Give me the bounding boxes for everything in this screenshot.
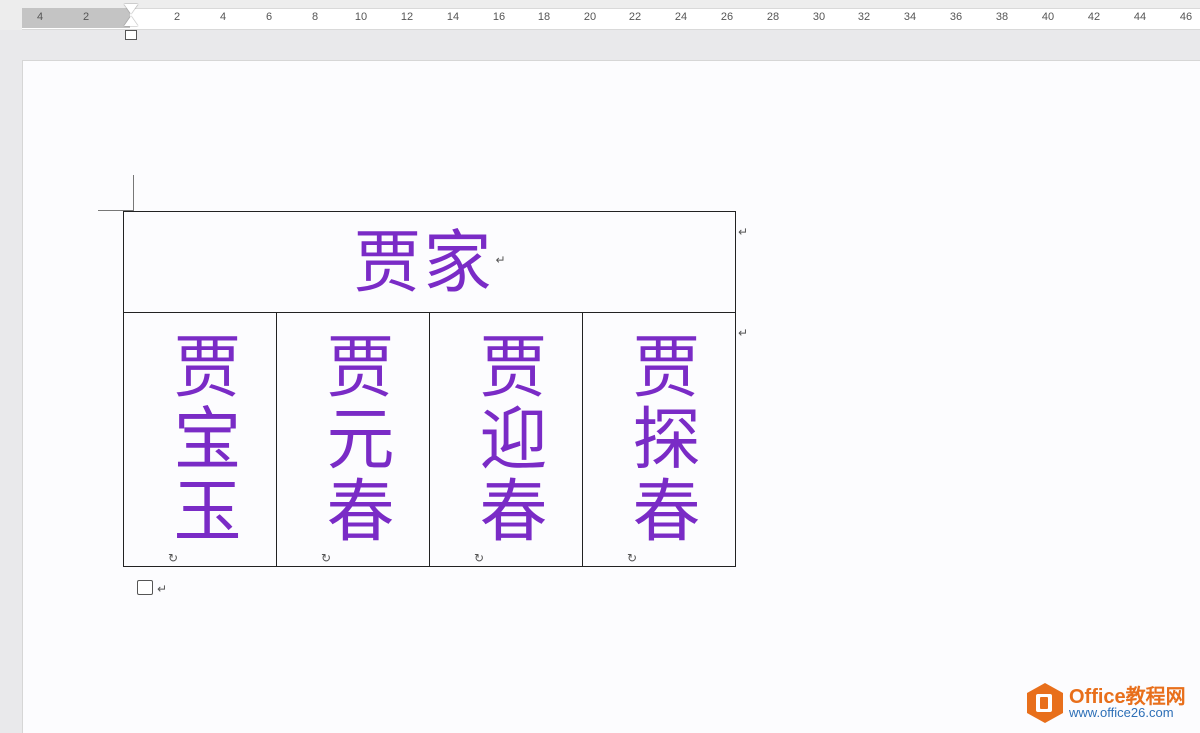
- ruler-tick: 34: [903, 11, 917, 23]
- name-text: 贾探春: [620, 331, 699, 547]
- row-end-mark: ↵: [738, 326, 749, 340]
- cell-end-mark: ↻: [627, 551, 638, 565]
- ruler-tick: 10: [354, 11, 368, 23]
- ruler-tick: 46: [1179, 11, 1193, 23]
- table-header-cell[interactable]: 贾家 ↵: [123, 211, 736, 313]
- ruler-tick: 42: [1087, 11, 1101, 23]
- ruler-tick: 32: [857, 11, 871, 23]
- table-row: 贾宝玉 ↻ 贾元春 ↻ 贾迎春 ↻ 贾探春 ↻: [123, 312, 736, 567]
- ruler-tick: 4: [219, 11, 227, 23]
- ruler-tick: 2: [173, 11, 181, 23]
- ruler-tick: 24: [674, 11, 688, 23]
- ruler-tick: 6: [265, 11, 273, 23]
- left-indent-marker[interactable]: [125, 30, 137, 40]
- row-end-mark: ↵: [738, 225, 749, 239]
- name-text: 贾宝玉: [161, 331, 240, 547]
- ruler-tick: 44: [1133, 11, 1147, 23]
- ruler-tick: 12: [400, 11, 414, 23]
- cell-end-mark: ↻: [168, 551, 179, 565]
- ruler-tick: 20: [583, 11, 597, 23]
- office-logo-icon: [1027, 683, 1063, 723]
- ruler-tick: 8: [311, 11, 319, 23]
- ruler-track: [22, 8, 1200, 30]
- first-line-indent-marker[interactable]: [124, 4, 138, 14]
- ruler-tick: 2: [82, 11, 90, 23]
- cell-end-mark: ↻: [474, 551, 485, 565]
- ruler-tick: 26: [720, 11, 734, 23]
- ruler-tick: 38: [995, 11, 1009, 23]
- name-cell[interactable]: 贾元春 ↻: [276, 312, 430, 567]
- name-text: 贾迎春: [467, 331, 546, 547]
- hanging-indent-marker[interactable]: [124, 16, 138, 26]
- ruler-tick: 36: [949, 11, 963, 23]
- ruler-tick: 30: [812, 11, 826, 23]
- name-cell[interactable]: 贾宝玉 ↻: [123, 312, 277, 567]
- watermark: Office教程网 www.office26.com: [1025, 678, 1190, 726]
- checkbox-icon[interactable]: [137, 580, 153, 595]
- paragraph-mark: ↵: [157, 582, 168, 596]
- ruler-tick: 18: [537, 11, 551, 23]
- table-header-row: 贾家 ↵: [123, 211, 736, 313]
- ruler-tick: 40: [1041, 11, 1055, 23]
- name-cell[interactable]: 贾探春 ↻: [582, 312, 736, 567]
- ruler-tick: 28: [766, 11, 780, 23]
- cell-end-mark: ↻: [321, 551, 332, 565]
- margin-corner-mark: [133, 175, 134, 211]
- horizontal-ruler[interactable]: 4 2 2 4 6 8 10 12 14 16 18 20 22 24 26 2…: [0, 0, 1200, 40]
- family-table[interactable]: 贾家 ↵ 贾宝玉 ↻ 贾元春 ↻ 贾迎春 ↻ 贾探春 ↻: [123, 211, 736, 567]
- name-text: 贾元春: [314, 331, 393, 547]
- paragraph-mark: ↵: [495, 253, 506, 267]
- ruler-tick: 22: [628, 11, 642, 23]
- family-title: 贾家: [353, 224, 494, 303]
- watermark-url: www.office26.com: [1069, 705, 1174, 720]
- name-cell[interactable]: 贾迎春 ↻: [429, 312, 583, 567]
- ruler-tick: 4: [36, 11, 44, 23]
- ruler-tick: 14: [446, 11, 460, 23]
- ruler-tick: 16: [492, 11, 506, 23]
